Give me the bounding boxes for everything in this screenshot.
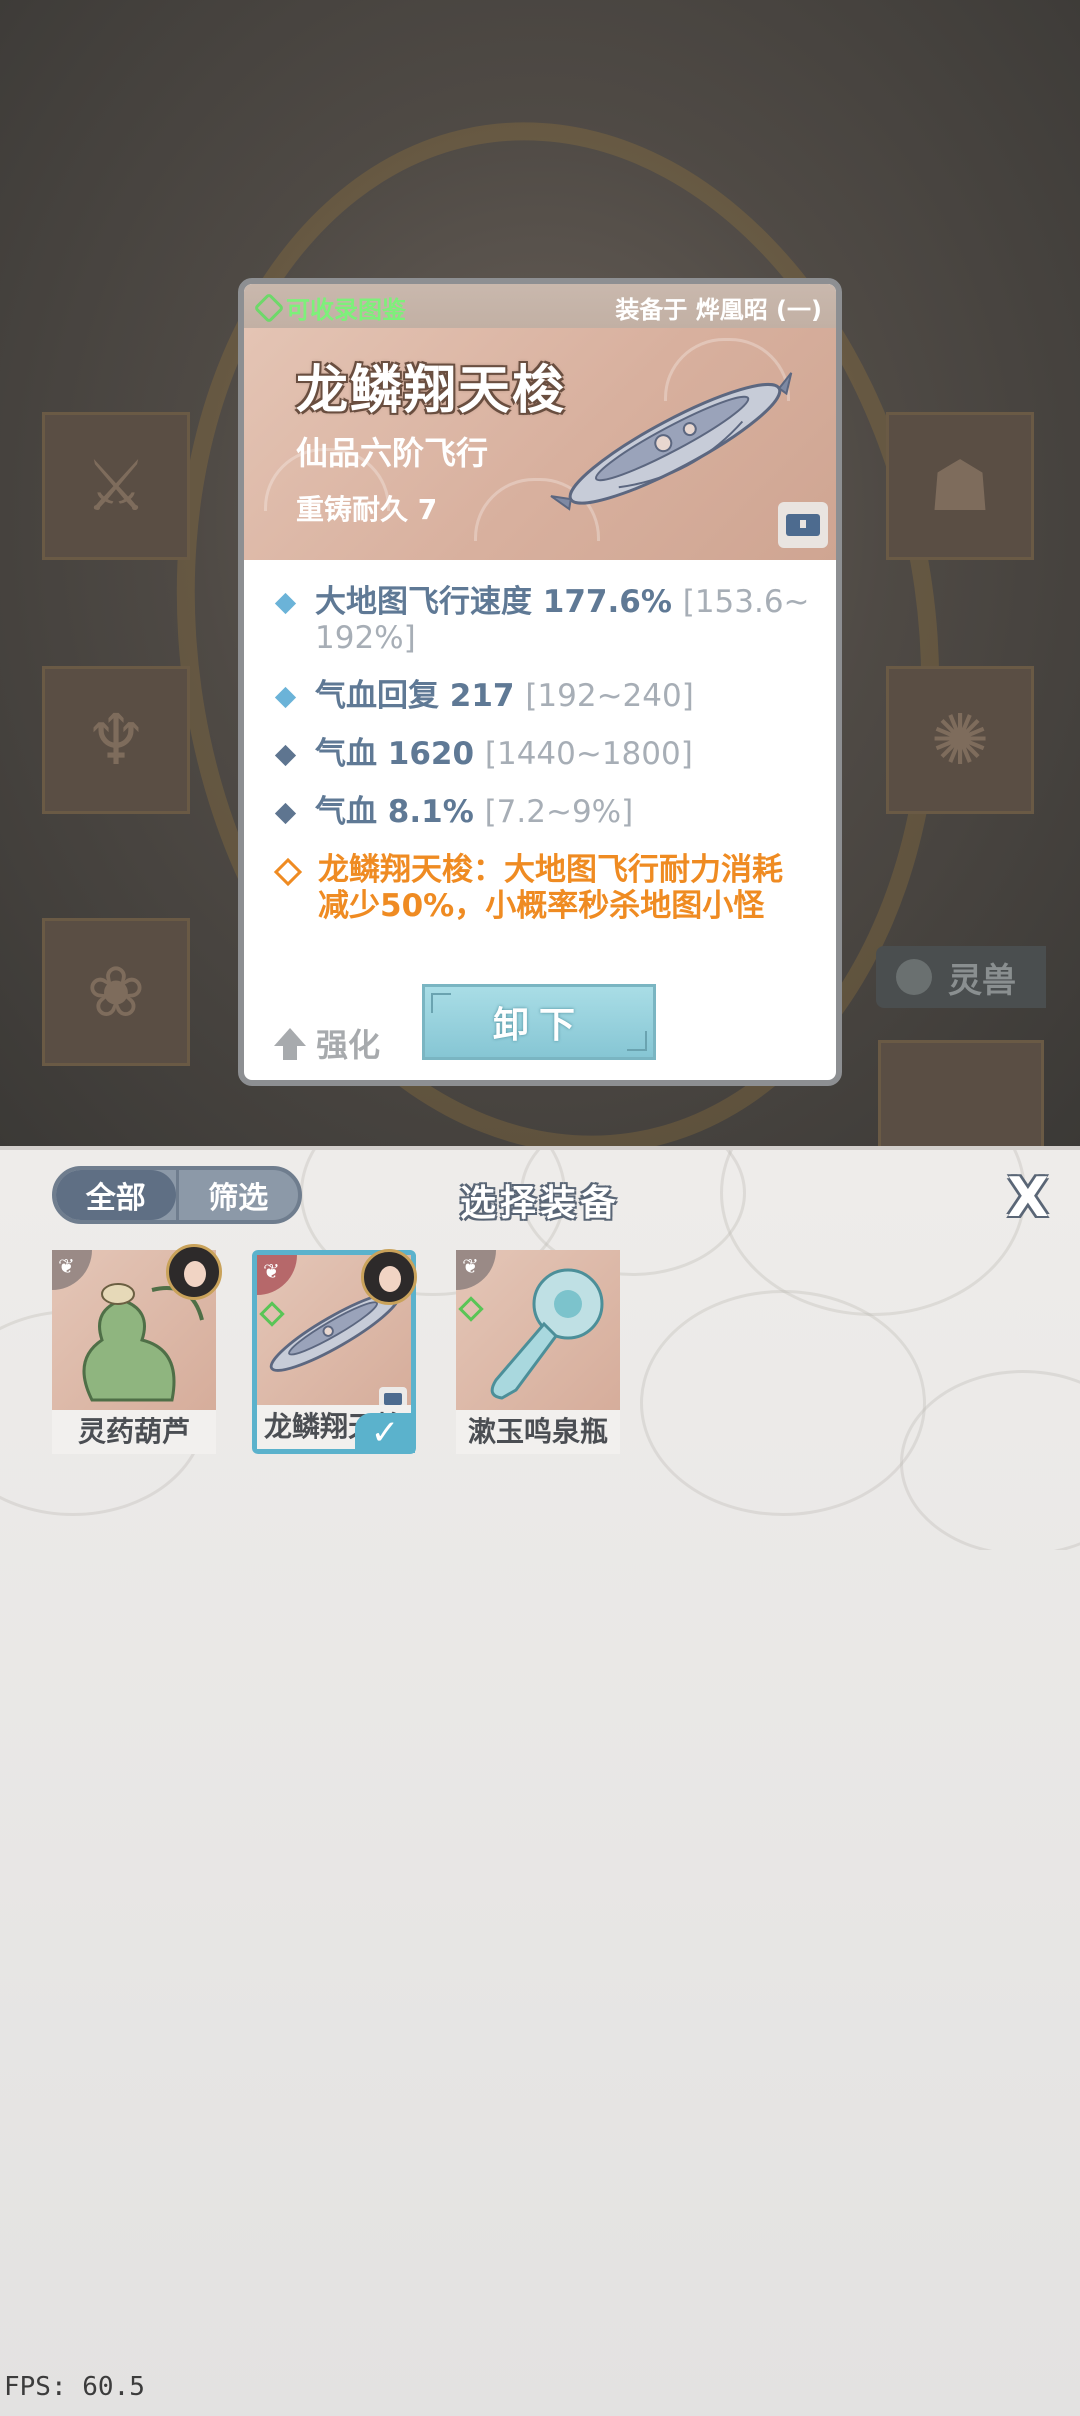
arrow-up-icon: [274, 1028, 306, 1060]
diamond-bullet-icon: [274, 802, 297, 825]
owner-avatar: [361, 1249, 417, 1305]
lock-button[interactable]: [778, 502, 828, 548]
select-equipment-panel: 全部 筛选 选择装备 X ❦ 灵药葫芦 ❦ 龙鳞翔天梭 ✓ ❦ 漱玉鸣泉瓶: [0, 1146, 1080, 2416]
stat-row: 气血 8.1% [7.2~9%]: [272, 794, 812, 830]
stat-row: 气血 1620 [1440~1800]: [272, 736, 812, 772]
card-name: 漱玉鸣泉瓶: [456, 1410, 620, 1454]
stat-value: 气血 1620: [315, 736, 475, 772]
equip-slot-amulet[interactable]: ✺: [886, 666, 1034, 814]
stat-text: 气血 1620 [1440~1800]: [315, 736, 693, 772]
equipment-card[interactable]: ❦ 漱玉鸣泉瓶: [456, 1250, 620, 1454]
recast-durability: 重铸耐久 7: [296, 493, 438, 526]
collect-label: 可收录图鉴: [286, 296, 406, 324]
card-name: 灵药葫芦: [52, 1410, 216, 1454]
special-effect-icon: [273, 857, 303, 887]
equip-slot-weapon[interactable]: ⚔: [42, 412, 190, 560]
item-detail-popup: 可收录图鉴 装备于 烨凰昭 (一) 龙鳞翔天梭 仙品六阶飞行 重铸耐久 7 大地…: [238, 278, 842, 1086]
stat-value: 大地图飞行速度 177.6%: [315, 584, 672, 620]
stats-list: 大地图飞行速度 177.6% [153.6~192%] 气血回复 217 [19…: [272, 584, 812, 946]
avatar-face: [379, 1266, 401, 1292]
enhance-label: 强化: [316, 1026, 381, 1064]
stat-value: 气血 8.1%: [315, 794, 474, 830]
stat-text: 大地图飞行速度 177.6% [153.6~192%]: [315, 584, 812, 656]
equip-slot-helmet[interactable]: ☗: [886, 412, 1034, 560]
chest-lock-icon: [786, 514, 820, 536]
diamond-bullet-icon: [274, 686, 297, 709]
item-header: 龙鳞翔天梭 仙品六阶飞行 重铸耐久 7: [244, 328, 836, 560]
pet-tab-label: 灵兽: [948, 960, 1016, 1001]
avatar-face: [184, 1261, 206, 1287]
enhance-button[interactable]: 强化: [274, 1020, 380, 1066]
wing-icon: ❦: [263, 1259, 280, 1283]
owner-avatar: [166, 1244, 222, 1300]
flying-shuttle-icon: [550, 372, 793, 511]
fps-counter: FPS: 60.5: [4, 2372, 145, 2402]
equip-slot-pet[interactable]: [878, 1040, 1044, 1150]
special-effect-row: 龙鳞翔天梭：大地图飞行耐力消耗减少50%，小概率秒杀地图小怪: [272, 852, 812, 924]
stat-range: [7.2~9%]: [484, 794, 634, 830]
stat-text: 气血 8.1% [7.2~9%]: [315, 794, 633, 830]
equipment-card[interactable]: ❦ 灵药葫芦: [52, 1244, 222, 1454]
paw-icon: [896, 959, 932, 995]
diamond-bullet-icon: [274, 592, 297, 615]
amulet-icon: ✺: [930, 699, 990, 781]
stat-range: [192~240]: [525, 678, 694, 714]
special-effect-text: 龙鳞翔天梭：大地图飞行耐力消耗减少50%，小概率秒杀地图小怪: [318, 852, 783, 924]
close-button[interactable]: X: [1004, 1171, 1052, 1225]
stat-range: [1440~1800]: [484, 736, 693, 772]
stat-text: 气血回复 217 [192~240]: [315, 678, 694, 714]
popup-topbar: 可收录图鉴 装备于 烨凰昭 (一): [244, 284, 836, 328]
wing-icon: ❦: [462, 1254, 479, 1278]
equip-slot-flower[interactable]: ❀: [42, 918, 190, 1066]
stat-row: 气血回复 217 [192~240]: [272, 678, 812, 714]
checkmark-icon: ✓: [355, 1413, 415, 1453]
decor-cloud: [640, 1290, 926, 1516]
stat-value: 气血回复 217: [315, 678, 515, 714]
pet-tab[interactable]: 灵兽: [876, 946, 1046, 1008]
panel-title: 选择装备: [459, 1183, 620, 1224]
item-grade: 仙品六阶飞行: [296, 434, 489, 472]
unequip-button[interactable]: 卸下: [422, 984, 656, 1060]
equipped-by-label: 装备于 烨凰昭 (一): [615, 296, 822, 324]
equip-slot-armor[interactable]: ♆: [42, 666, 190, 814]
armor-icon: ♆: [84, 699, 148, 781]
codex-icon: [253, 291, 285, 324]
diamond-bullet-icon: [274, 744, 297, 767]
stat-row: 大地图飞行速度 177.6% [153.6~192%]: [272, 584, 812, 656]
item-name: 龙鳞翔天梭: [296, 361, 567, 421]
weapon-icon: ⚔: [84, 445, 148, 527]
wing-icon: ❦: [58, 1254, 75, 1278]
equipment-card-selected[interactable]: ❦ 龙鳞翔天梭 ✓: [252, 1249, 417, 1454]
decor-cloud: [900, 1370, 1080, 1550]
collect-codex-link[interactable]: 可收录图鉴: [253, 290, 406, 325]
helmet-icon: ☗: [928, 445, 992, 527]
flower-icon: ❀: [86, 951, 146, 1033]
